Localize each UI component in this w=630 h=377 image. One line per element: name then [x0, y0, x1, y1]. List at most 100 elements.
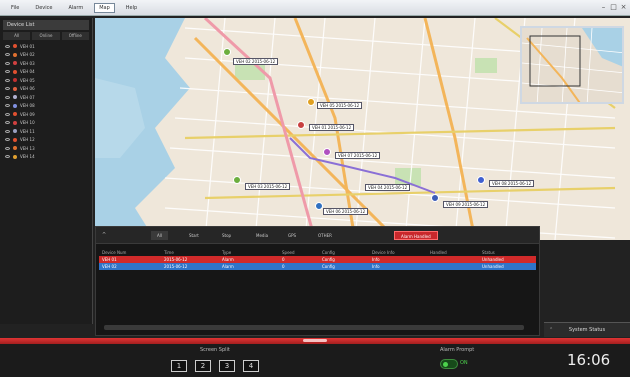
alarm-table: Device Num Time Type Speed Config Device Info…	[99, 249, 536, 270]
device-panel: Device List All Online Offline VEH 01 VEH…	[0, 18, 93, 324]
minimize-icon[interactable]: –	[599, 3, 608, 12]
split-1-button[interactable]: 1	[171, 360, 187, 372]
column-header[interactable]: Status	[479, 250, 536, 255]
vehicle-marker[interactable]	[431, 194, 439, 202]
device-item[interactable]: VEH 06	[0, 85, 92, 94]
vehicle-label[interactable]: VEH 07 2015-06-12	[335, 152, 381, 159]
column-header[interactable]: Config	[319, 250, 369, 255]
device-item[interactable]: VEH 11	[0, 127, 92, 136]
vehicle-marker[interactable]	[477, 176, 485, 184]
screen-split-label: Screen Split	[200, 347, 230, 353]
column-header[interactable]: Type	[219, 250, 279, 255]
device-label: VEH 05	[20, 77, 35, 83]
vehicle-label[interactable]: VEH 01 2015-06-12	[309, 124, 355, 131]
alarm-tab-other[interactable]: OTHER	[312, 231, 338, 240]
column-header[interactable]: Handled	[427, 250, 479, 255]
device-item[interactable]: VEH 09	[0, 110, 92, 119]
table-cell: Alarm	[222, 264, 234, 269]
column-header[interactable]: Device Num	[99, 250, 161, 255]
device-label: VEH 11	[20, 128, 35, 134]
split-4-button[interactable]: 4	[243, 360, 259, 372]
vehicle-label[interactable]: VEH 04 2015-06-12	[365, 184, 411, 191]
alarm-tab-media[interactable]: Media	[250, 231, 274, 240]
menu-map[interactable]: Map	[94, 2, 115, 13]
alarm-tab-handled[interactable]: Alarm Handled	[394, 231, 438, 240]
device-tab-all[interactable]: All	[3, 32, 31, 40]
vehicle-label[interactable]: VEH 06 2015-06-12	[323, 208, 369, 215]
device-item[interactable]: VEH 07	[0, 93, 92, 102]
close-icon[interactable]: ×	[619, 3, 628, 12]
vehicle-label[interactable]: VEH 08 2015-06-12	[489, 180, 535, 187]
split-3-button[interactable]: 3	[219, 360, 235, 372]
maximize-icon[interactable]: □	[609, 3, 618, 12]
device-item[interactable]: VEH 10	[0, 119, 92, 128]
eye-icon[interactable]	[5, 121, 10, 125]
menu-device[interactable]: Device	[30, 3, 57, 13]
eye-icon[interactable]	[5, 155, 10, 159]
device-tab-online[interactable]: Online	[32, 32, 60, 40]
table-row[interactable]: VEH 01 2015-06-12 Alarm 0 Config Info Unhandle…	[99, 256, 536, 263]
device-item[interactable]: VEH 01	[0, 42, 92, 51]
eye-icon[interactable]	[5, 70, 10, 74]
vehicle-label[interactable]: VEH 09 2015-06-12	[443, 201, 489, 208]
table-cell: VEH 02	[102, 264, 117, 269]
splitter-grip[interactable]	[303, 339, 327, 342]
menu-file[interactable]: File	[6, 3, 24, 13]
device-item[interactable]: VEH 08	[0, 102, 92, 111]
minimap[interactable]	[520, 26, 624, 104]
table-cell: 0	[282, 264, 285, 269]
device-tab-offline[interactable]: Offline	[61, 32, 89, 40]
eye-icon[interactable]	[5, 129, 10, 133]
chevron-up-icon[interactable]: ⌃	[99, 230, 109, 240]
eye-icon[interactable]	[5, 87, 10, 91]
menu-help[interactable]: Help	[121, 3, 142, 13]
vehicle-marker[interactable]	[315, 202, 323, 210]
vehicle-marker[interactable]	[307, 98, 315, 106]
vehicle-label[interactable]: VEH 05 2015-06-12	[317, 102, 363, 109]
status-dot-icon	[13, 103, 17, 108]
status-dot-icon	[13, 52, 17, 57]
alarm-prompt-toggle[interactable]	[440, 359, 458, 369]
alarm-tab-start[interactable]: Start	[183, 231, 205, 240]
column-header[interactable]: Device Info	[369, 250, 427, 255]
map-view[interactable]: VEH 02 2015-06-12 VEH 05 2015-06-12 VEH …	[95, 18, 630, 240]
eye-icon[interactable]	[5, 44, 10, 48]
eye-icon[interactable]	[5, 61, 10, 65]
vehicle-label[interactable]: VEH 02 2015-06-12	[233, 58, 279, 65]
vehicle-marker[interactable]	[233, 176, 241, 184]
eye-icon[interactable]	[5, 138, 10, 142]
device-item[interactable]: VEH 12	[0, 136, 92, 145]
system-status-label: System Status	[568, 327, 606, 333]
column-header[interactable]: Speed	[279, 250, 319, 255]
alarm-tab-stop[interactable]: Stop	[216, 231, 237, 240]
device-item[interactable]: VEH 13	[0, 144, 92, 153]
eye-icon[interactable]	[5, 112, 10, 116]
device-item[interactable]: VEH 14	[0, 153, 92, 162]
table-cell: Unhandled	[482, 257, 504, 262]
device-item[interactable]: VEH 02	[0, 51, 92, 60]
eye-icon[interactable]	[5, 146, 10, 150]
table-row[interactable]: VEH 02 2015-06-12 Alarm 0 Config Info Unhandle…	[99, 263, 536, 270]
device-item[interactable]: VEH 04	[0, 68, 92, 77]
device-label: VEH 03	[20, 60, 35, 66]
eye-icon[interactable]	[5, 53, 10, 57]
status-dot-icon	[13, 120, 17, 125]
eye-icon[interactable]	[5, 104, 10, 108]
vehicle-marker[interactable]	[223, 48, 231, 56]
eye-icon[interactable]	[5, 95, 10, 99]
horizontal-scrollbar[interactable]	[104, 325, 524, 330]
vehicle-marker[interactable]	[323, 148, 331, 156]
status-dot-icon	[13, 44, 17, 49]
alarm-tab-gps[interactable]: GPS	[282, 231, 302, 240]
device-item[interactable]: VEH 05	[0, 76, 92, 85]
alarm-tab-all[interactable]: All	[151, 231, 168, 240]
split-2-button[interactable]: 2	[195, 360, 211, 372]
eye-icon[interactable]	[5, 78, 10, 82]
menu-alarm[interactable]: Alarm	[63, 3, 88, 13]
vehicle-label[interactable]: VEH 03 2015-06-12	[245, 183, 291, 190]
device-item[interactable]: VEH 03	[0, 59, 92, 68]
column-header[interactable]: Time	[161, 250, 219, 255]
toggle-knob	[443, 362, 448, 367]
vehicle-marker[interactable]	[297, 121, 305, 129]
system-status-button[interactable]: ⌃ System Status	[544, 322, 630, 337]
